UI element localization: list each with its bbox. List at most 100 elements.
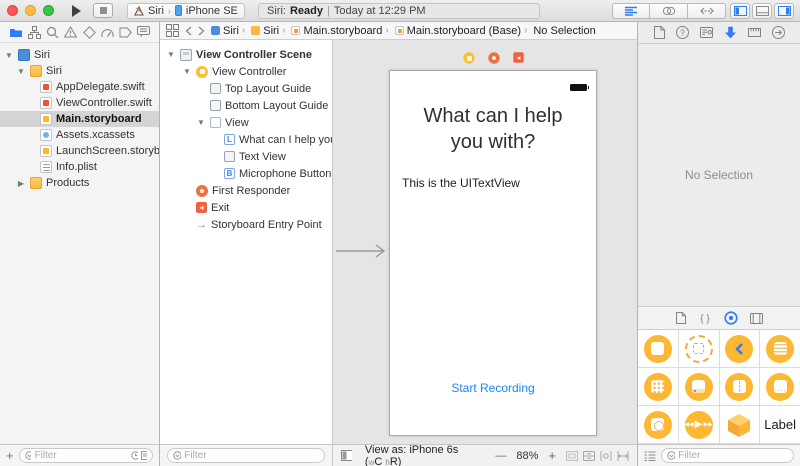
align-button[interactable]	[600, 451, 612, 461]
tree-row-file[interactable]: LaunchScreen.storyboard	[0, 143, 159, 159]
storyboard-entry-point-arrow[interactable]	[336, 243, 390, 259]
issue-navigator-tab[interactable]	[64, 26, 77, 38]
view-controller-dock-icon[interactable]	[463, 52, 474, 63]
zoom-out-button[interactable]: —	[495, 450, 506, 462]
outline-row-first-responder[interactable]: First Responder	[160, 182, 332, 199]
breadcrumb-project[interactable]: Siri	[211, 25, 239, 37]
breakpoint-navigator-tab[interactable]	[119, 27, 132, 38]
tree-row-file[interactable]: Assets.xcassets	[0, 127, 159, 143]
disclosure-triangle-icon[interactable]: ▼	[166, 50, 176, 59]
standard-editor-button[interactable]	[612, 3, 650, 19]
tree-row-file[interactable]: Info.plist	[0, 159, 159, 175]
library-item-glkit-view-controller[interactable]	[638, 406, 678, 443]
tree-row-file[interactable]: ViewController.swift	[0, 95, 159, 111]
embed-stack-button[interactable]	[583, 451, 595, 461]
quick-help-inspector-tab[interactable]: ?	[676, 26, 689, 39]
tree-row-file-selected[interactable]: Main.storyboard	[0, 111, 159, 127]
library-filter-field[interactable]	[661, 448, 794, 463]
library-item-tab-bar-controller[interactable]	[679, 368, 719, 405]
identity-inspector-tab[interactable]	[700, 27, 713, 38]
stop-button[interactable]	[93, 3, 113, 18]
filter-input[interactable]	[678, 450, 788, 461]
library-item-label[interactable]: Label	[760, 406, 800, 443]
assistant-editor-button[interactable]	[650, 3, 688, 19]
project-navigator-tab[interactable]	[9, 27, 23, 38]
library-item-storyboard-reference[interactable]	[679, 330, 719, 367]
breadcrumb-base[interactable]: Main.storyboard (Base)	[385, 25, 521, 37]
question-label[interactable]: What can I help you with?	[406, 103, 581, 155]
zoom-window-button[interactable]	[43, 5, 54, 16]
close-window-button[interactable]	[7, 5, 18, 16]
forward-button[interactable]	[198, 26, 205, 36]
toggle-debug-area-button[interactable]	[752, 3, 772, 19]
search-navigator-tab[interactable]	[46, 26, 59, 39]
debug-navigator-tab[interactable]	[101, 27, 114, 38]
run-button[interactable]	[72, 5, 81, 17]
update-frames-button[interactable]	[566, 451, 578, 461]
breadcrumb-group[interactable]: Siri	[242, 25, 279, 37]
outline-row-scene[interactable]: ▼ View Controller Scene	[160, 46, 332, 63]
object-library-tab[interactable]	[724, 311, 738, 325]
breadcrumb-selection[interactable]: No Selection	[524, 25, 596, 37]
outline-row-exit[interactable]: ◂ Exit	[160, 199, 332, 216]
minimize-window-button[interactable]	[25, 5, 36, 16]
library-item-view-controller[interactable]	[638, 330, 678, 367]
tree-row-group[interactable]: ▼ Siri	[0, 63, 159, 79]
outline-row-entry-point[interactable]: → Storyboard Entry Point	[160, 216, 332, 233]
back-button[interactable]	[185, 26, 192, 36]
tree-row-project[interactable]: ▼ Siri	[0, 47, 159, 63]
tree-row-file[interactable]: AppDelegate.swift	[0, 79, 159, 95]
outline-row-label[interactable]: L What can I help you with?	[160, 131, 332, 148]
library-item-split-view-controller[interactable]	[720, 368, 760, 405]
related-items-icon[interactable]	[166, 24, 179, 37]
library-item-object[interactable]	[720, 406, 760, 443]
scheme-selector[interactable]: Siri › iPhone SE	[127, 3, 245, 19]
toggle-document-outline-icon[interactable]	[341, 450, 352, 461]
file-template-library-tab[interactable]	[676, 312, 686, 324]
filter-input[interactable]	[184, 450, 319, 461]
file-inspector-tab[interactable]	[654, 26, 665, 39]
outline-filter-field[interactable]	[167, 448, 325, 463]
outline-row-bottom-layout-guide[interactable]: Bottom Layout Guide	[160, 97, 332, 114]
add-file-button[interactable]: +	[6, 451, 14, 461]
connections-inspector-tab[interactable]	[772, 26, 785, 39]
disclosure-triangle-icon[interactable]: ▼	[4, 51, 14, 60]
test-navigator-tab[interactable]	[83, 26, 96, 39]
library-item-collection-view-controller[interactable]	[638, 368, 678, 405]
toggle-navigator-button[interactable]	[730, 3, 750, 19]
outline-row-top-layout-guide[interactable]: Top Layout Guide	[160, 80, 332, 97]
filter-input[interactable]	[34, 450, 128, 461]
view-controller-scene[interactable]: What can I help you with? This is the UI…	[389, 70, 597, 436]
code-snippet-library-tab[interactable]: { }	[698, 312, 712, 324]
library-item-page-view-controller[interactable]	[760, 368, 800, 405]
start-recording-button[interactable]: Start Recording	[390, 381, 596, 395]
attributes-inspector-tab[interactable]	[724, 26, 737, 39]
storyboard-canvas[interactable]: ◂ What can I help you with? This is the …	[332, 40, 637, 444]
pin-constraints-button[interactable]	[617, 451, 629, 461]
zoom-level[interactable]: 88%	[516, 450, 538, 462]
library-item-avkit-player-view-controller[interactable]: ◀◀▶▶▶	[679, 406, 719, 443]
changes-icon[interactable]	[141, 451, 147, 460]
zoom-in-button[interactable]: +	[548, 448, 556, 463]
tree-row-group[interactable]: ▶ Products	[0, 175, 159, 191]
version-editor-button[interactable]	[688, 3, 726, 19]
uitextview[interactable]: This is the UITextView	[402, 176, 520, 190]
disclosure-triangle-icon[interactable]: ▼	[16, 67, 26, 76]
clock-icon[interactable]	[131, 451, 138, 460]
disclosure-triangle-icon[interactable]: ▼	[182, 67, 192, 76]
outline-row-text-view[interactable]: Text View	[160, 148, 332, 165]
outline-row-view-controller[interactable]: ▼ View Controller	[160, 63, 332, 80]
navigator-filter-field[interactable]	[19, 448, 153, 463]
library-item-table-view-controller[interactable]	[760, 330, 800, 367]
outline-row-button[interactable]: B Microphone Button	[160, 165, 332, 182]
exit-dock-icon[interactable]: ◂	[513, 52, 523, 62]
outline-row-view[interactable]: ▼ View	[160, 114, 332, 131]
breadcrumb-file[interactable]: Main.storyboard	[282, 25, 382, 37]
disclosure-triangle-icon[interactable]: ▶	[16, 179, 26, 188]
report-navigator-tab[interactable]	[137, 26, 150, 38]
library-item-navigation-controller[interactable]	[720, 330, 760, 367]
list-view-icon[interactable]	[644, 451, 656, 461]
disclosure-triangle-icon[interactable]: ▼	[196, 118, 206, 127]
toggle-utilities-button[interactable]	[774, 3, 794, 19]
view-as-label[interactable]: View as: iPhone 6s (wC hR)	[365, 444, 476, 466]
